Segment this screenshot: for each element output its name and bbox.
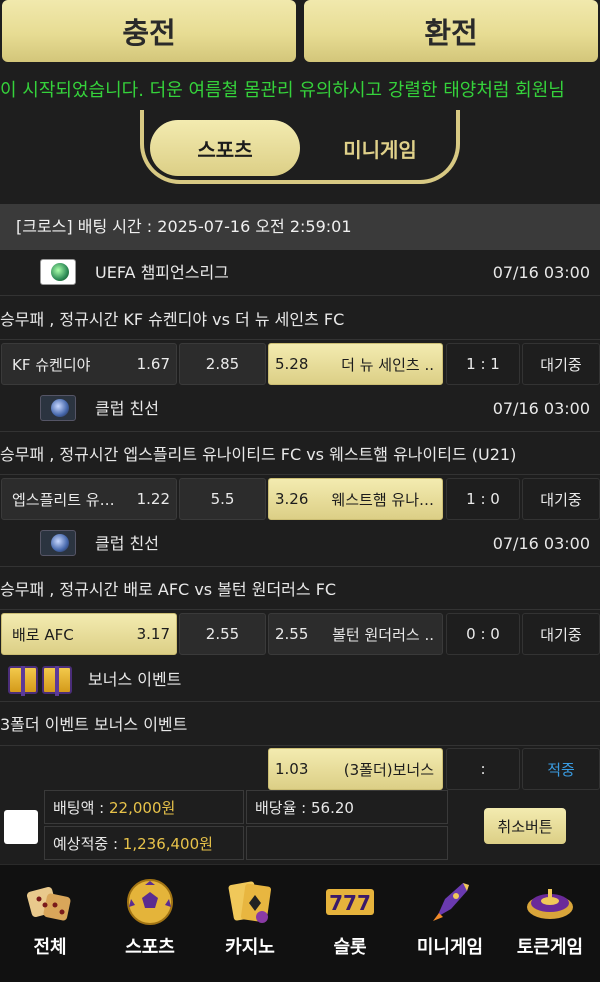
league-row: 클럽 친선 07/16 03:00 (0, 521, 600, 567)
expected-win: 예상적중 : 1,236,400원 (44, 826, 244, 860)
odds-row: 엡스플리트 유… 1.22 5.5 3.26 웨스트햄 유나… 1 : 0 대기… (0, 476, 600, 522)
league-name: 클럽 친선 (95, 399, 159, 418)
league-flag-icon (40, 259, 76, 285)
nav-label: 카지노 (225, 937, 275, 958)
league-name: 클럽 친선 (95, 534, 159, 553)
soccer-ball-icon (127, 879, 173, 925)
league-name: UEFA 챔피언스리그 (95, 263, 229, 282)
roulette-icon (527, 889, 573, 919)
rocket-icon (433, 883, 469, 921)
draw-odds: 5.5 (210, 490, 235, 508)
nav-label: 미니게임 (416, 937, 484, 958)
match-score: 0 : 0 (446, 613, 520, 655)
league-row: 클럽 친선 07/16 03:00 (0, 386, 600, 432)
match-score: 1 : 1 (446, 343, 520, 385)
nav-slot[interactable]: 777 슬롯 (300, 865, 400, 982)
match-status: 대기중 (522, 343, 600, 385)
away-odds-cell-selected[interactable]: 5.28 더 뉴 세인츠 .. (268, 343, 443, 385)
match-score: 1 : 0 (446, 478, 520, 520)
bonus-status: 적중 (522, 748, 600, 790)
away-team: 볼턴 원더러스 .. (332, 625, 434, 644)
match-status: 대기중 (522, 478, 600, 520)
home-odds-cell[interactable]: KF 슈켄디야 1.67 (1, 343, 177, 385)
away-odds: 3.26 (275, 490, 309, 508)
home-team: 엡스플리트 유… (12, 490, 115, 509)
exchange-button[interactable]: 환전 (304, 0, 598, 62)
home-team: KF 슈켄디야 (12, 355, 91, 374)
bonus-odds: 1.03 (275, 760, 309, 778)
bonus-label: 보너스 이벤트 (88, 670, 182, 689)
draw-odds: 2.85 (205, 355, 240, 373)
tab-minigame[interactable]: 미니게임 (305, 120, 455, 176)
home-odds: 1.22 (136, 490, 170, 508)
away-odds-cell-selected[interactable]: 3.26 웨스트햄 유나… (268, 478, 443, 520)
home-team: 배로 AFC (12, 625, 74, 644)
empty-cell (246, 826, 448, 860)
away-odds-cell[interactable]: 2.55 볼턴 원더러스 .. (268, 613, 443, 655)
bet-amount: 배팅액 : 22,000원 (44, 790, 244, 824)
notice-marquee: 이 시작되었습니다. 더운 여름철 몸관리 유의하시고 강렬한 태양처럼 회원님 (0, 80, 565, 101)
match-title: 승무패 , 정규시간 KF 슈켄디야 vs 더 뉴 세인츠 FC (0, 300, 600, 340)
svg-text:777: 777 (329, 891, 371, 915)
draw-odds: 2.55 (205, 625, 240, 643)
draw-odds-cell[interactable]: 2.85 (179, 343, 266, 385)
odds-row: 배로 AFC 3.17 2.55 2.55 볼턴 원더러스 .. 0 : 0 대… (0, 611, 600, 657)
cancel-button[interactable]: 취소버튼 (484, 808, 566, 844)
draw-odds-cell[interactable]: 2.55 (179, 613, 266, 655)
home-odds: 1.67 (136, 355, 170, 373)
match-title: 승무패 , 정규시간 배로 AFC vs 볼턴 원더러스 FC (0, 570, 600, 610)
match-title: 승무패 , 정규시간 엡스플리트 유나이티드 FC vs 웨스트햄 유나이티드 … (0, 435, 600, 475)
league-time: 07/16 03:00 (492, 263, 590, 282)
bonus-score: : (446, 748, 520, 790)
match-status: 대기중 (522, 613, 600, 655)
nav-label: 전체 (33, 937, 67, 958)
nav-minigame[interactable]: 미니게임 (400, 865, 500, 982)
bottom-nav: 전체 스포츠 카지노 777 슬롯 미니게임 토큰게임 (0, 864, 600, 982)
bet-odds: 배당율 : 56.20 (246, 790, 448, 824)
nav-label: 슬롯 (333, 937, 367, 958)
away-odds: 5.28 (275, 355, 309, 373)
league-flag-icon (40, 530, 76, 556)
home-odds-cell[interactable]: 엡스플리트 유… 1.22 (1, 478, 177, 520)
league-time: 07/16 03:00 (492, 534, 590, 553)
draw-odds-cell[interactable]: 5.5 (179, 478, 266, 520)
tab-sports[interactable]: 스포츠 (150, 120, 300, 176)
home-odds-cell-selected[interactable]: 배로 AFC 3.17 (1, 613, 177, 655)
charge-button[interactable]: 충전 (2, 0, 296, 62)
bonus-odds-row: 1.03 (3폴더)보너스 : 적중 (0, 746, 600, 792)
nav-sports[interactable]: 스포츠 (100, 865, 200, 982)
slot-777-icon: 777 (326, 889, 374, 915)
playing-cards-icon (228, 881, 271, 923)
bet-history-header: [크로스] 배팅 시간 : 2025-07-16 오전 2:59:01 (0, 204, 600, 250)
nav-token-game[interactable]: 토큰게임 (500, 865, 600, 982)
league-row: UEFA 챔피언스리그 07/16 03:00 (0, 250, 600, 296)
bonus-name: (3폴더)보너스 (343, 760, 434, 779)
nav-casino[interactable]: 카지노 (200, 865, 300, 982)
odds-row: KF 슈켄디야 1.67 2.85 5.28 더 뉴 세인츠 .. 1 : 1 … (0, 341, 600, 387)
nav-label: 토큰게임 (516, 937, 584, 958)
bonus-title: 3폴더 이벤트 보너스 이벤트 (0, 704, 600, 746)
select-checkbox[interactable] (4, 810, 38, 844)
home-odds: 3.17 (136, 625, 170, 643)
away-odds: 2.55 (275, 625, 309, 643)
nav-label: 스포츠 (125, 937, 175, 958)
nav-all[interactable]: 전체 (0, 865, 100, 982)
away-team: 웨스트햄 유나… (331, 490, 434, 509)
bonus-league-row: 보너스 이벤트 (0, 658, 600, 702)
league-time: 07/16 03:00 (492, 399, 590, 418)
away-team: 더 뉴 세인츠 .. (341, 355, 434, 374)
top-bar: 충전 환전 (0, 0, 600, 66)
gift-icon (42, 666, 72, 696)
gift-icon (8, 666, 38, 696)
dice-icon (26, 886, 71, 921)
league-flag-icon (40, 395, 76, 421)
bet-slip-summary: 배팅액 : 22,000원 배당율 : 56.20 예상적중 : 1,236,4… (0, 790, 600, 860)
bonus-odds-cell-selected[interactable]: 1.03 (3폴더)보너스 (268, 748, 443, 790)
